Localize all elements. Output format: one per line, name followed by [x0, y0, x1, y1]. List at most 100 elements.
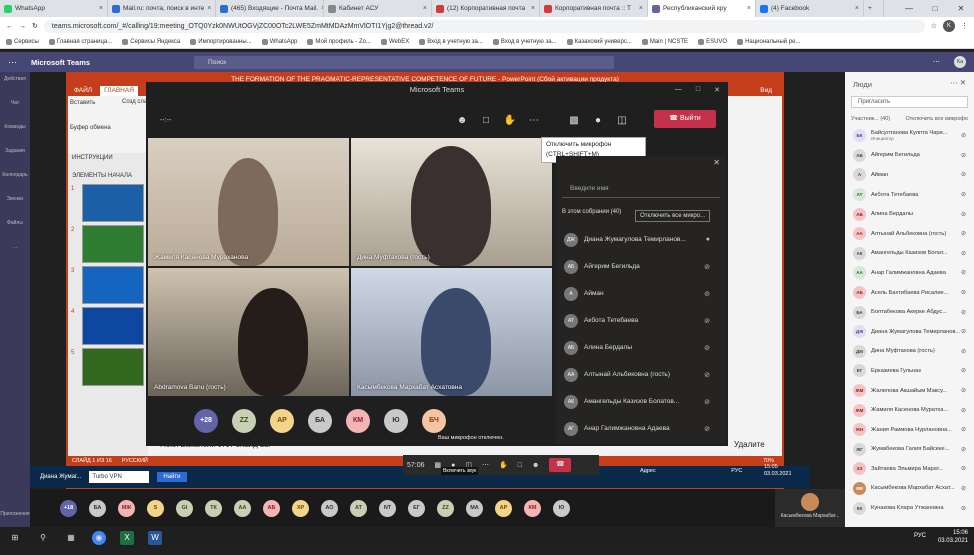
close-tab-icon[interactable]: × — [423, 5, 427, 12]
participants-icon[interactable]: ☻ — [450, 115, 474, 126]
close-icon[interactable]: ✕ — [948, 0, 974, 17]
rail-item[interactable]: Календарь — [0, 168, 30, 192]
menu-icon[interactable]: ⋮ — [961, 22, 968, 30]
dock-avatar[interactable]: ЕГ — [408, 500, 425, 517]
browser-tab[interactable]: Кабинет АСУ × — [324, 0, 432, 17]
rail-item[interactable]: Файлы — [0, 216, 30, 240]
bookmark-item[interactable]: Мой профиль - Zo... — [307, 38, 371, 45]
dock-avatar[interactable]: АР — [495, 500, 512, 517]
video-tile[interactable]: Жамиля Касенова Мураханова — [148, 138, 349, 266]
people-row[interactable]: АТ Акбота Тетебаева ⊘ — [845, 185, 974, 205]
mute-all-button[interactable]: Отключить все микро... — [635, 210, 710, 222]
bookmark-item[interactable]: Вход в учетную за... — [492, 38, 557, 45]
end-call-button[interactable]: ☎ — [549, 458, 572, 472]
bookmark-item[interactable]: Главная страница... — [48, 38, 112, 45]
leave-button[interactable]: ☎ Выйти — [654, 110, 716, 128]
overflow-avatar[interactable]: Ю — [384, 409, 408, 433]
language-indicator[interactable]: РУС — [914, 533, 926, 539]
people-row[interactable]: ЖГ Жумабекова Галия Байсеке... ⊘ — [845, 440, 974, 460]
bookmark-item[interactable]: Казахский универс... — [566, 38, 632, 45]
section-elements[interactable]: ЭЛЕМЕНТЫ НАЧАЛА — [68, 171, 148, 181]
system-clock[interactable]: 15:06 03.03.2021 — [938, 529, 968, 545]
overflow-avatar[interactable]: БЧ — [422, 409, 446, 433]
slide-thumbnail[interactable]: 2 — [68, 225, 148, 263]
dock-avatar[interactable]: GI — [176, 500, 193, 517]
people-row[interactable]: ЖМ Жалелова Акшайым Максу... ⊘ — [845, 381, 974, 401]
rail-item[interactable]: Задания — [0, 144, 30, 168]
close-icon[interactable]: ✕ — [714, 86, 720, 94]
dock-avatar[interactable]: Ю — [553, 500, 570, 517]
word-icon[interactable]: W — [148, 530, 162, 545]
close-tab-icon[interactable]: × — [639, 5, 643, 12]
video-tile[interactable]: Дина Муфтахова (гость) — [351, 138, 552, 266]
browser-tab[interactable]: WhatsApp × — [0, 0, 108, 17]
browser-tab[interactable]: (465) Входящие - Почта Mail.× — [216, 0, 324, 17]
rail-item[interactable]: ... — [0, 240, 30, 264]
people-row[interactable]: ЕГ Ерказиева Гульназ ⊘ — [845, 361, 974, 381]
slide-thumbnail[interactable]: 3 — [68, 266, 148, 304]
search-icon[interactable]: ⚲ — [36, 531, 50, 545]
dock-avatar[interactable]: АО — [321, 500, 338, 517]
participant-row[interactable]: АБ Алина Бердалы ⊘ — [556, 334, 726, 361]
maximize-icon[interactable]: □ — [696, 86, 700, 94]
participant-row[interactable]: АТ Акбота Тетебаева ⊘ — [556, 307, 726, 334]
back-icon[interactable]: ← — [6, 23, 13, 30]
overflow-avatar[interactable]: КМ — [346, 409, 370, 433]
people-row[interactable]: А Айман ⊘ — [845, 165, 974, 185]
more-icon[interactable]: ⋯ ✕ — [950, 78, 966, 87]
dock-avatar[interactable]: КМ — [524, 500, 541, 517]
dock-avatar[interactable]: АТ — [350, 500, 367, 517]
browser-tab[interactable]: (4) Facebook × — [756, 0, 864, 17]
profile-avatar[interactable]: K — [943, 20, 955, 32]
people-row[interactable]: КМ Касымбекова Мархабат Асхат... ⊘ — [845, 479, 974, 499]
invite-input[interactable]: Пригласить — [851, 96, 968, 108]
rail-item[interactable]: Команды — [0, 120, 30, 144]
dock-avatar[interactable]: АБ — [263, 500, 280, 517]
people-row[interactable]: АА Анар Галимжановна Адаева ⊘ — [845, 263, 974, 283]
overflow-avatar[interactable]: +28 — [194, 409, 218, 433]
dock-avatar[interactable]: БА — [89, 500, 106, 517]
participants-count[interactable]: Участник... (40) — [851, 116, 890, 122]
participant-row[interactable]: АГ Анар Галимжановна Адаева ⊘ — [556, 415, 726, 442]
browser-tab[interactable]: (12) Корпоративная почта × — [432, 0, 540, 17]
user-avatar[interactable]: Ka — [954, 56, 966, 68]
browser-tab[interactable]: Республиканский кру × — [648, 0, 756, 17]
close-icon[interactable]: ✕ — [713, 158, 720, 167]
windows-start-icon[interactable]: ⊞ — [8, 531, 22, 545]
participant-search-input[interactable]: Введите имя — [562, 180, 720, 198]
mute-all-link[interactable]: Отключить все микрофо — [906, 116, 969, 122]
chrome-icon[interactable]: ◉ — [92, 530, 106, 545]
bookmark-item[interactable]: Импортированны... — [190, 38, 252, 45]
people-row[interactable]: АА Алтынай Альбековна (гость) ⊘ — [845, 224, 974, 244]
people-row[interactable]: БК Байсултанова Кулпта Чари... Инициатор ⊘ — [845, 126, 974, 146]
people-row[interactable]: БА Болтабекова Акерке Абдус... ⊘ — [845, 302, 974, 322]
more-actions-icon[interactable]: ⋯ — [482, 461, 489, 469]
browser-tab[interactable]: Корпоративная почта :: Т × — [540, 0, 648, 17]
chat-icon[interactable]: □ — [518, 462, 522, 469]
ribbon-tab-view[interactable]: Вид — [760, 86, 772, 96]
dock-avatar[interactable]: ХР — [292, 500, 309, 517]
more-icon[interactable]: ⋯ — [933, 58, 940, 66]
participant-row[interactable]: АА Алтынай Альбековна (гость) ⊘ — [556, 361, 726, 388]
participant-row[interactable]: АК Амангельды Казизов Болатов... ⊘ — [556, 388, 726, 415]
dock-avatar[interactable]: S — [147, 500, 164, 517]
people-row[interactable]: ЖН Жания Раимова Нурлановна... ⊘ — [845, 420, 974, 440]
people-row[interactable]: ДЖ Диана Жумагулова Темирланов... ⊘ — [845, 322, 974, 342]
participant-row[interactable]: ДЖ Диана Жумагулова Темирланов... ● — [556, 226, 726, 253]
forward-icon[interactable]: → — [19, 23, 26, 30]
people-row[interactable]: ДМ Дина Муфтахова (гость) ⊘ — [845, 342, 974, 362]
people-row[interactable]: АК Амангельды Казизов Болат... ⊘ — [845, 244, 974, 264]
dock-avatar[interactable]: МЖ — [118, 500, 135, 517]
find-button[interactable]: Найти — [157, 472, 187, 482]
bookmark-item[interactable]: Сервисы Яндекса — [122, 38, 180, 45]
dock-avatar[interactable]: NT — [379, 500, 396, 517]
dock-avatar[interactable]: МА — [466, 500, 483, 517]
participant-row[interactable]: А Айман ⊘ — [556, 280, 726, 307]
browser-tab[interactable]: Mail.ru: почта, поиск в инте × — [108, 0, 216, 17]
rail-item[interactable]: Действия — [0, 72, 30, 96]
microphone-icon[interactable]: ● — [586, 115, 610, 126]
people-row[interactable]: ЖМ Жамиля Касенова Муратха... ⊘ — [845, 400, 974, 420]
slide-thumbnail[interactable]: 1 — [68, 184, 148, 222]
bookmark-item[interactable]: WhatsApp — [261, 38, 297, 45]
participants-icon[interactable]: ☻ — [532, 462, 539, 469]
